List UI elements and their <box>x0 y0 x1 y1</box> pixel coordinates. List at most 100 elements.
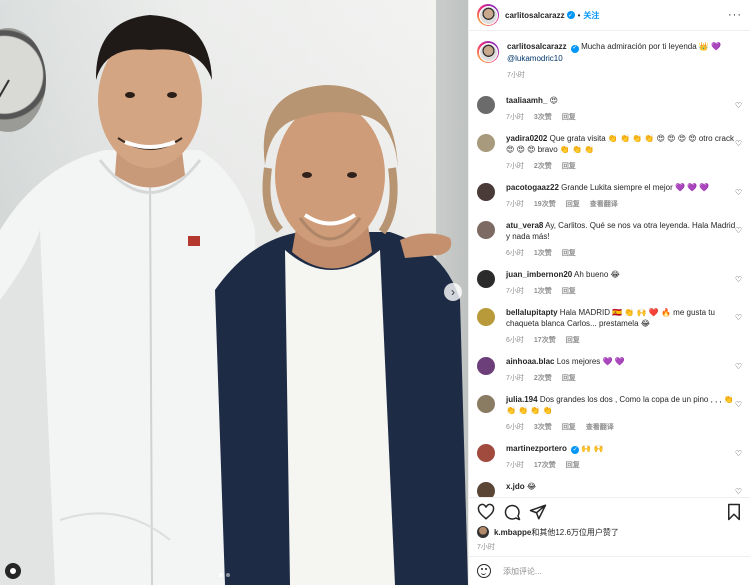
comment-like-icon[interactable]: ♡ <box>735 139 742 148</box>
tagged-users-button[interactable] <box>5 563 21 579</box>
commenter-avatar[interactable] <box>477 307 495 326</box>
commenter-username[interactable]: juan_imbernon20 <box>506 270 572 279</box>
verified-badge-icon: ✓ <box>570 44 579 53</box>
commenter-avatar[interactable] <box>477 394 495 413</box>
comment-like-icon[interactable]: ♡ <box>735 101 742 110</box>
carousel-next-button[interactable]: › <box>444 283 462 301</box>
comment-item: taaliaamh_ 😍 7小时 3次赞 回复 ♡ <box>477 95 742 123</box>
commenter-avatar[interactable] <box>477 133 495 152</box>
like-icon[interactable] <box>477 503 495 521</box>
comment-item: atu_vera8 Ay, Carlitos. Qué se nos va ot… <box>477 220 742 259</box>
comment-likes[interactable]: 3次赞 <box>534 112 552 123</box>
verified-badge-icon: ✓ <box>571 446 580 454</box>
reply-button[interactable]: 回复 <box>562 112 576 123</box>
comment-time: 6小时 <box>506 336 524 344</box>
author-username[interactable]: carlitosalcarazz <box>505 11 565 20</box>
comments-list[interactable]: carlitosalcarazz ✓ Mucha admiración por … <box>469 31 750 497</box>
comment-likes[interactable]: 1次赞 <box>534 248 552 259</box>
follow-button[interactable]: 关注 <box>583 10 599 21</box>
reply-button[interactable]: 回复 <box>562 161 576 172</box>
reply-button[interactable]: 回复 <box>562 422 576 433</box>
user-icon <box>10 568 16 574</box>
post-header: carlitosalcarazz ✓ • 关注 ··· <box>469 0 750 31</box>
comment-likes[interactable]: 2次赞 <box>534 161 552 172</box>
share-icon[interactable] <box>529 503 547 521</box>
emoji-icon[interactable] <box>477 564 491 578</box>
commenter-avatar[interactable] <box>477 482 495 497</box>
comment-item: yadira0202 Que grata visita 👏 👏 👏 👏 😍 😍 … <box>477 133 742 172</box>
reply-button[interactable]: 回复 <box>562 248 576 259</box>
comment-item: ainhoaa.blac Los mejores 💜 💜 7小时 2次赞 回复 ♡ <box>477 356 742 384</box>
commenter-avatar[interactable] <box>477 95 495 114</box>
caption-author-avatar[interactable] <box>477 41 499 63</box>
reply-button[interactable]: 回复 <box>566 199 580 210</box>
comment-likes[interactable]: 19次赞 <box>534 199 556 210</box>
likes-summary: k.mbappe 和其他12.6万位用户赞了 <box>477 526 619 538</box>
reply-button[interactable]: 回复 <box>562 373 576 384</box>
comment-text: 😍 <box>549 95 558 105</box>
commenter-username[interactable]: atu_vera8 <box>506 221 543 230</box>
comment-item: bellalupitapty Hala MADRID 🇪🇸 👏 🙌 ❤️ 🔥 m… <box>477 307 742 346</box>
commenter-username[interactable]: pacotogaaz22 <box>506 183 559 192</box>
caption-text: Mucha admiración por ti leyenda 👑 💜 <box>581 42 722 51</box>
comment-container: taaliaamh_ 😍 7小时 3次赞 回复 ♡ yadira0202 Que grat… <box>477 95 742 497</box>
comment-like-icon[interactable]: ♡ <box>735 226 742 235</box>
comment-item: martinezportero ✓ 🙌 🙌 7小时 17次赞 回复 ♡ <box>477 443 742 472</box>
commenter-avatar[interactable] <box>477 443 495 462</box>
commenter-username[interactable]: julia.194 <box>506 395 538 404</box>
commenter-avatar[interactable] <box>477 182 495 201</box>
comment-text: 🙌 🙌 <box>581 443 604 453</box>
caption-author[interactable]: carlitosalcarazz <box>507 42 567 51</box>
comment-likes[interactable]: 17次赞 <box>534 460 556 471</box>
comment-likes[interactable]: 2次赞 <box>534 373 552 384</box>
comment-time: 7小时 <box>506 200 524 208</box>
comment-text: 😂 <box>526 482 537 491</box>
see-translation-button[interactable]: 查看翻译 <box>590 199 618 210</box>
post-actions <box>469 497 750 525</box>
comment-like-icon[interactable]: ♡ <box>735 188 742 197</box>
commenter-username[interactable]: martinezportero <box>506 444 567 453</box>
reply-button[interactable]: 回复 <box>566 460 580 471</box>
comment-likes[interactable]: 3次赞 <box>534 422 552 433</box>
comment-item: juan_imbernon20 Ah bueno 😂 7小时 1次赞 回复 ♡ <box>477 269 742 297</box>
commenter-username[interactable]: ainhoaa.blac <box>506 357 554 366</box>
comment-like-icon[interactable]: ♡ <box>735 362 742 371</box>
commenter-avatar[interactable] <box>477 356 495 375</box>
commenter-avatar[interactable] <box>477 269 495 288</box>
caption-mention[interactable]: @lukamodric10 <box>507 54 563 63</box>
author-avatar[interactable] <box>477 4 499 26</box>
comment-text: Grande Lukita siempre el mejor 💜 💜 💜 <box>561 182 710 192</box>
liker-username[interactable]: k.mbappe <box>494 528 531 537</box>
likes-count-text[interactable]: 和其他12.6万位用户赞了 <box>531 527 619 538</box>
commenter-username[interactable]: yadira0202 <box>506 134 547 143</box>
comment-like-icon[interactable]: ♡ <box>735 487 742 496</box>
post-sidebar: carlitosalcarazz ✓ • 关注 ··· carlitosalca… <box>468 0 750 585</box>
comment-time: 7小时 <box>506 374 524 382</box>
comment-like-icon[interactable]: ♡ <box>735 313 742 322</box>
comment-icon[interactable] <box>503 503 521 521</box>
reply-button[interactable]: 回复 <box>562 286 576 297</box>
comment-likes[interactable]: 17次赞 <box>534 335 556 346</box>
comment-time: 7小时 <box>506 162 524 170</box>
commenter-username[interactable]: taaliaamh_ <box>506 96 547 105</box>
see-translation-button[interactable]: 查看翻译 <box>586 422 614 433</box>
comment-text: Dos grandes los dos , Como la copa de un… <box>506 394 734 415</box>
commenter-username[interactable]: bellalupitapty <box>506 308 558 317</box>
save-icon[interactable] <box>725 503 743 521</box>
commenter-username[interactable]: x.jdo <box>506 482 525 491</box>
comment-time: 7小时 <box>506 462 524 469</box>
carousel-dot <box>226 573 230 577</box>
reply-button[interactable]: 回复 <box>566 335 580 346</box>
comment-item: pacotogaaz22 Grande Lukita siempre el me… <box>477 182 742 210</box>
comment-time: 7小时 <box>506 287 524 295</box>
comment-likes[interactable]: 1次赞 <box>534 286 552 297</box>
comment-item: julia.194 Dos grandes los dos , Como la … <box>477 394 742 433</box>
carousel-indicator <box>219 573 230 577</box>
commenter-avatar[interactable] <box>477 220 495 239</box>
comment-like-icon[interactable]: ♡ <box>735 275 742 284</box>
comment-like-icon[interactable]: ♡ <box>735 449 742 458</box>
comment-input[interactable] <box>503 566 733 576</box>
more-options-icon[interactable]: ··· <box>728 9 742 21</box>
comment-text: Los mejores 💜 💜 <box>556 356 625 366</box>
comment-like-icon[interactable]: ♡ <box>735 400 742 409</box>
